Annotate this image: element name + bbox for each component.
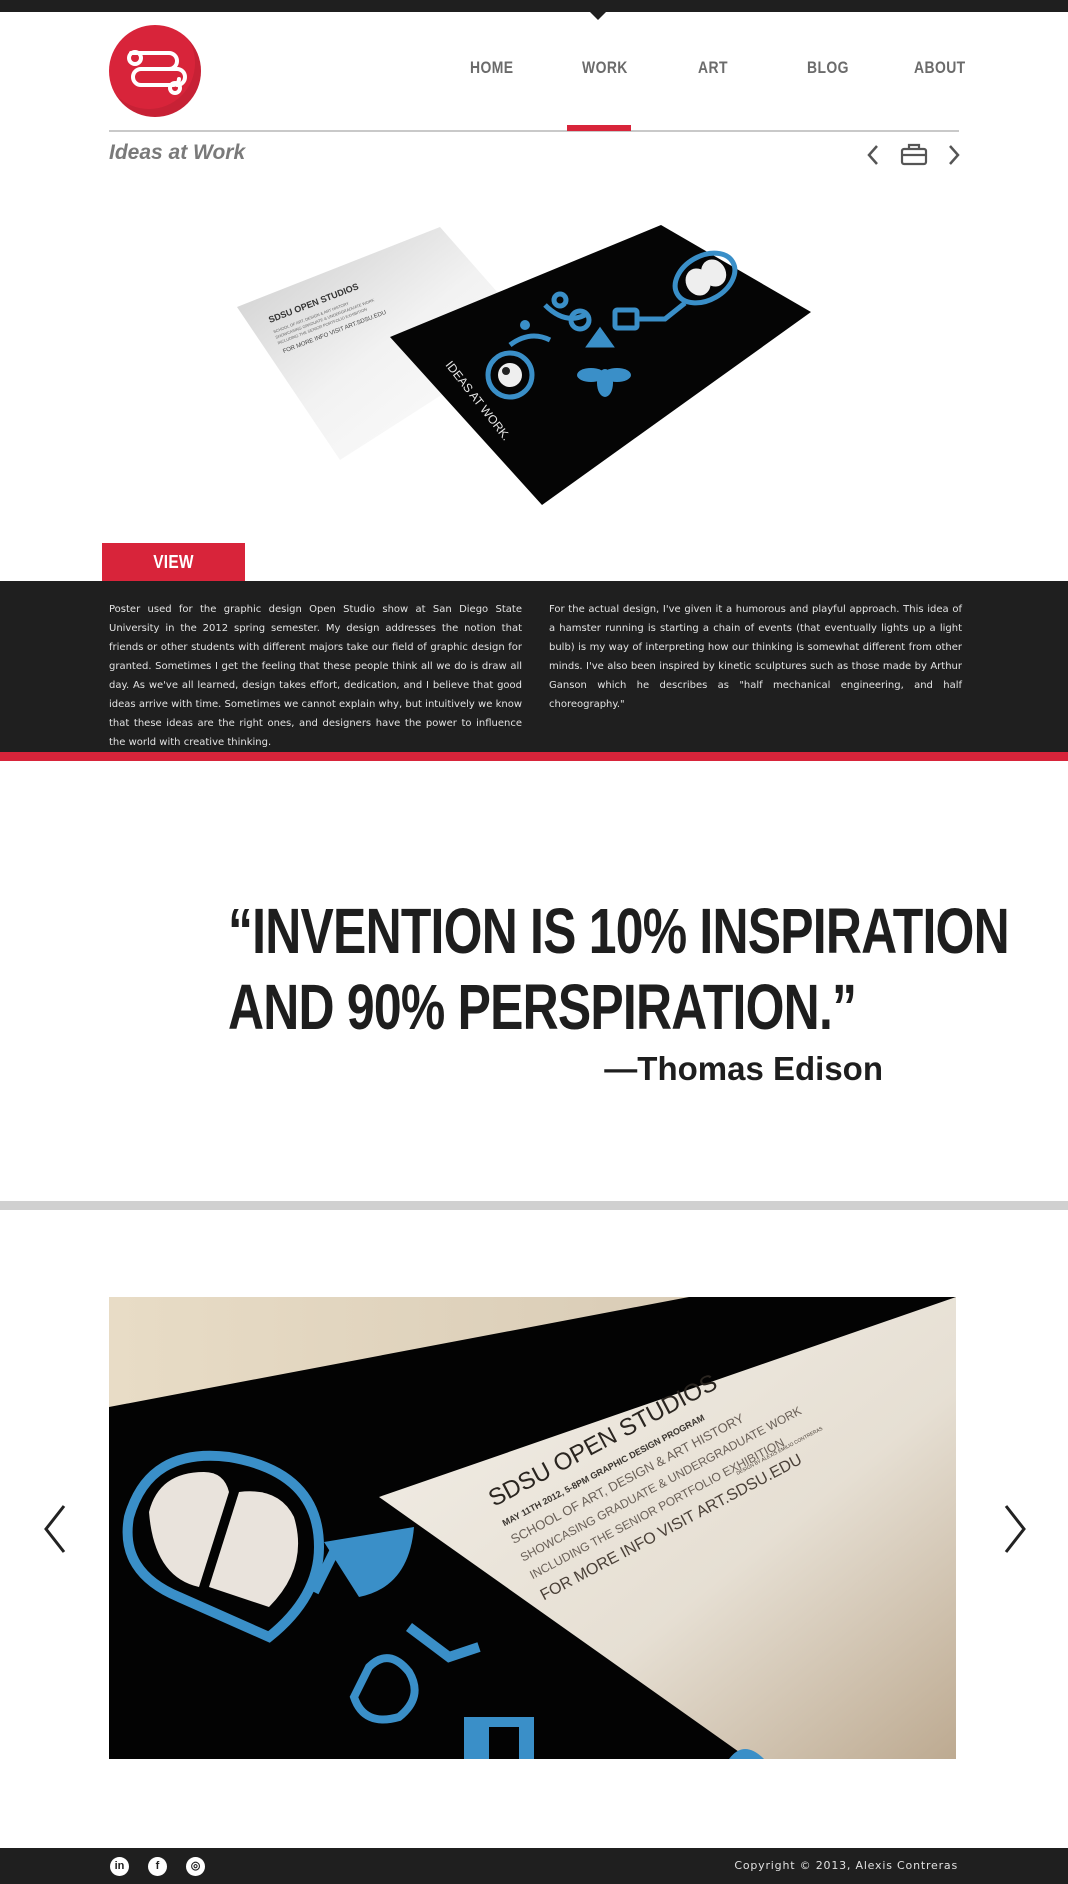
quote-line-2: AND 90% PERSPIRATION.” — [228, 971, 857, 1043]
facebook-icon[interactable]: f — [148, 1857, 167, 1876]
active-nav-indicator-notch — [589, 11, 607, 20]
description-column-2: For the actual design, I've given it a h… — [549, 604, 962, 710]
section-divider — [0, 1201, 1068, 1210]
prev-project-chevron-icon[interactable] — [866, 144, 880, 171]
instagram-icon[interactable]: ◎ — [186, 1857, 205, 1876]
view-slideshow-button[interactable]: VIEW SLIDESHOW > — [102, 543, 245, 610]
next-project-chevron-icon[interactable] — [947, 144, 961, 171]
nav-art[interactable]: ART — [698, 58, 728, 78]
linkedin-icon[interactable]: in — [110, 1857, 129, 1876]
copyright-text: Copyright © 2013, Alexis Contreras — [734, 1859, 958, 1872]
logo-icon — [127, 50, 187, 95]
site-footer: in f ◎ Copyright © 2013, Alexis Contrera… — [0, 1848, 1068, 1884]
carousel-prev-arrow-icon[interactable] — [42, 1503, 68, 1560]
description-column-1: Poster used for the graphic design Open … — [109, 604, 522, 748]
nav-blog[interactable]: BLOG — [807, 58, 849, 78]
nav-about[interactable]: ABOUT — [914, 58, 966, 78]
quote-author: —Thomas Edison — [604, 1050, 883, 1087]
page-title: Ideas at Work — [109, 141, 246, 164]
portfolio-briefcase-icon[interactable] — [900, 142, 928, 171]
nav-divider — [109, 130, 959, 132]
nav-active-underline — [567, 125, 631, 131]
carousel-next-arrow-icon[interactable] — [1002, 1503, 1028, 1560]
project-photo: SDSU OPEN STUDIOS MAY 11TH 2012, 5-8PM G… — [109, 1297, 956, 1759]
site-logo[interactable] — [109, 25, 201, 117]
project-description: Poster used for the graphic design Open … — [0, 581, 1068, 752]
nav-home[interactable]: HOME — [470, 58, 513, 78]
quote-line-1: “INVENTION IS 10% INSPIRATION — [228, 895, 1010, 967]
nav-work[interactable]: WORK — [582, 58, 628, 78]
accent-divider — [0, 752, 1068, 761]
edison-quote: “INVENTION IS 10% INSPIRATION AND 90% PE… — [228, 893, 1010, 1045]
main-nav: HOME WORK ART BLOG ABOUT — [440, 58, 965, 88]
hero-postcard-image: SDSU OPEN STUDIOS SCHOOL OF ART, DESIGN … — [225, 215, 825, 515]
top-bar — [0, 0, 1068, 12]
